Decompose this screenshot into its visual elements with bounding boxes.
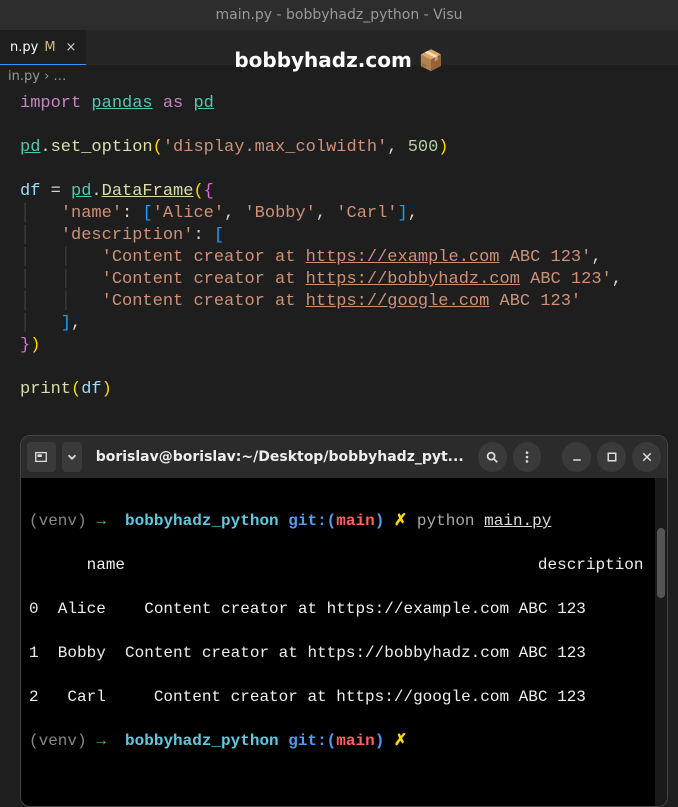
window-title: main.py - bobbyhadz_python - Visu [215,7,462,23]
table-row: 0 Alice Content creator at https://examp… [29,598,659,620]
table-row: 2 Carl Content creator at https://google… [29,686,659,708]
terminal-new-tab-icon[interactable] [27,442,56,472]
close-window-icon[interactable] [632,442,661,472]
scroll-thumb[interactable] [657,528,665,598]
terminal-window: borislav@borislav:~/Desktop/bobbyhadz_py… [20,435,668,807]
menu-icon[interactable] [513,442,542,472]
search-icon[interactable] [478,442,507,472]
minimize-icon[interactable] [562,442,591,472]
cube-icon: 📦 [419,48,444,72]
terminal-titlebar: borislav@borislav:~/Desktop/bobbyhadz_py… [21,436,667,478]
watermark: bobbyhadz.com 📦 [0,48,678,72]
window-title-bar: main.py - bobbyhadz_python - Visu [0,0,678,30]
scrollbar[interactable] [655,478,667,806]
table-row: name description [29,554,659,576]
terminal-dropdown-icon[interactable] [62,442,82,472]
terminal-title: borislav@borislav:~/Desktop/bobbyhadz_py… [88,449,472,465]
code-editor[interactable]: import pandas as pd pd.set_option('displ… [0,88,678,411]
maximize-icon[interactable] [597,442,626,472]
table-row: 1 Bobby Content creator at https://bobby… [29,642,659,664]
terminal-body[interactable]: (venv) → bobbyhadz_python git:(main) ✗ p… [21,478,667,806]
